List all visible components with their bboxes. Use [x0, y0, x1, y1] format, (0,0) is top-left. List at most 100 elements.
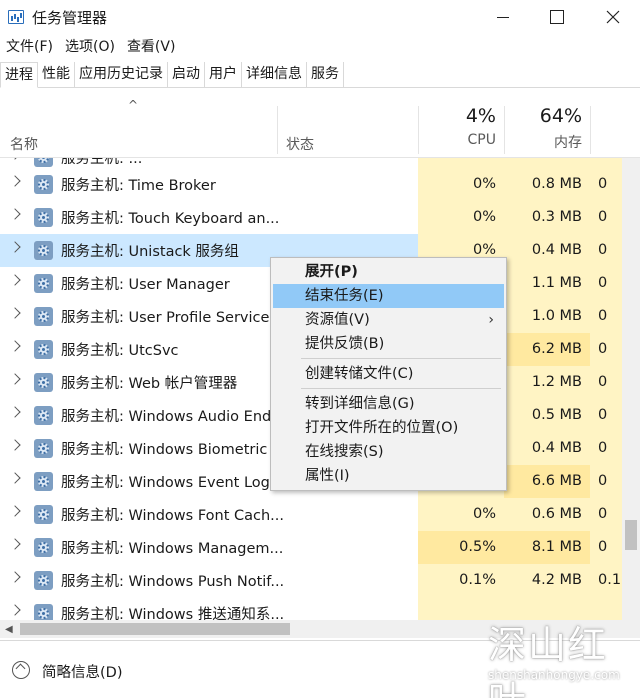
service-gear-icon [34, 505, 53, 524]
column-status-header[interactable]: 状态 [286, 134, 314, 154]
column-memory-header[interactable]: 内存 [504, 132, 582, 152]
menu-item-create-dump[interactable]: 创建转储文件(C) [273, 362, 504, 386]
extra-cell: 0 [590, 300, 622, 333]
window-title: 任务管理器 [32, 9, 108, 27]
chevron-right-icon[interactable] [9, 505, 21, 517]
menu-view[interactable]: 查看(V) [121, 36, 182, 58]
maximize-button[interactable] [534, 0, 580, 34]
chevron-right-icon[interactable] [9, 604, 21, 616]
chevron-right-icon[interactable] [9, 208, 21, 220]
chevron-right-icon[interactable] [9, 373, 21, 385]
chevron-right-icon[interactable] [9, 175, 21, 187]
watermark-url: shenshanhongye.com [488, 668, 620, 682]
process-name: 服务主机: Touch Keyboard an... [61, 211, 280, 227]
memory-cell: 8.1 MB [504, 531, 590, 564]
scroll-left-arrow-icon[interactable]: ◀ [5, 624, 13, 635]
menu-item-go-to-details[interactable]: 转到详细信息(G) [273, 392, 504, 416]
menu-item-end-task[interactable]: 结束任务(E) [273, 284, 504, 308]
memory-cell: 0.8 MB [504, 168, 590, 201]
chevron-right-icon[interactable] [9, 158, 21, 160]
memory-cell: 1.2 MB [504, 366, 590, 399]
extra-cell: 0 [590, 531, 622, 564]
process-name: 服务主机: Windows Managem... [61, 541, 284, 557]
extra-cell: 0 [590, 366, 622, 399]
memory-cell: 0.6 MB [504, 498, 590, 531]
tab-processes[interactable]: 进程 [0, 62, 38, 88]
menu-item-expand[interactable]: 展开(P) [273, 260, 504, 284]
context-menu: 展开(P) 结束任务(E) 资源值(V) › 提供反馈(B) 创建转储文件(C)… [270, 257, 507, 491]
service-gear-icon [34, 604, 53, 620]
process-name: 服务主机: Unistack 服务组 [61, 244, 239, 260]
column-divider[interactable] [590, 106, 591, 154]
chevron-right-icon[interactable] [9, 538, 21, 550]
column-cpu-header[interactable]: CPU [418, 132, 496, 148]
service-gear-icon [34, 439, 53, 458]
tab-startup[interactable]: 启动 [168, 62, 205, 88]
chevron-right-icon[interactable] [9, 472, 21, 484]
chevron-right-icon[interactable] [9, 241, 21, 253]
memory-cell: 0.4 MB [504, 432, 590, 465]
collapse-chevron-up-icon[interactable] [12, 661, 30, 679]
menu-item-search-online[interactable]: 在线搜索(S) [273, 440, 504, 464]
cpu-cell: 0.5% [418, 531, 504, 564]
vertical-scroll-thumb[interactable] [625, 520, 637, 550]
memory-total-percent: 64% [539, 105, 582, 127]
menu-options[interactable]: 选项(O) [59, 36, 121, 58]
sort-up-icon[interactable]: ^ [128, 98, 138, 112]
chevron-right-icon[interactable] [9, 307, 21, 319]
service-gear-icon [34, 340, 53, 359]
tab-performance[interactable]: 性能 [38, 62, 75, 88]
table-row[interactable]: 服务主机: Windows Managem... 0.5% 8.1 MB 0 [0, 531, 622, 564]
menu-item-resource-values[interactable]: 资源值(V) › [273, 308, 504, 332]
menu-bar: 文件(F) 选项(O) 查看(V) [0, 36, 181, 58]
chevron-right-icon[interactable] [9, 439, 21, 451]
watermark: 深山红叶 shenshanhongye.com [488, 606, 638, 698]
table-row[interactable]: 服务主机: Time Broker 0% 0.8 MB 0 [0, 168, 622, 201]
tab-details[interactable]: 详细信息 [242, 62, 307, 88]
watermark-logo-text: 深山红叶 [488, 623, 609, 698]
service-gear-icon [34, 307, 53, 326]
cpu-cell: 0% [418, 498, 504, 531]
chevron-right-icon[interactable] [9, 571, 21, 583]
minimize-button[interactable] [480, 0, 526, 34]
process-name: 服务主机: Windows Font Cach... [61, 508, 285, 524]
process-name: 服务主机: Time Broker [61, 178, 216, 194]
column-name-header[interactable]: 名称 [10, 134, 38, 154]
table-row[interactable]: 服务主机: Windows Push Notif... 0.1% 4.2 MB 0.… [0, 564, 622, 597]
close-icon [606, 10, 620, 24]
process-name: 服务主机: User Manager [61, 277, 230, 293]
menu-item-feedback[interactable]: 提供反馈(B) [273, 332, 504, 356]
menu-file[interactable]: 文件(F) [0, 36, 59, 58]
fewer-details-link[interactable]: 简略信息(D) [42, 661, 122, 682]
menu-separator [301, 358, 501, 359]
extra-cell: 0 [590, 201, 622, 234]
extra-cell: 0.1 [590, 564, 622, 597]
process-name: 服务主机: Windows Audio End... [61, 409, 286, 425]
table-row[interactable]: 服务主机: Windows Font Cach... 0% 0.6 MB 0 [0, 498, 622, 531]
chevron-right-icon[interactable] [9, 340, 21, 352]
table-row[interactable]: 服务主机: Touch Keyboard an... 0% 0.3 MB 0 [0, 201, 622, 234]
tab-services[interactable]: 服务 [307, 62, 344, 88]
memory-cell: 1.0 MB [504, 300, 590, 333]
title-bar: 任务管理器 [0, 0, 640, 34]
tab-app-history[interactable]: 应用历史记录 [75, 62, 168, 88]
extra-cell: 0 [590, 234, 622, 267]
extra-cell: 0 [590, 267, 622, 300]
menu-item-properties[interactable]: 属性(I) [273, 464, 504, 488]
submenu-arrow-icon: › [488, 312, 494, 328]
horizontal-scroll-thumb[interactable] [20, 623, 290, 635]
service-gear-icon [34, 158, 53, 167]
chevron-right-icon[interactable] [9, 274, 21, 286]
tab-users[interactable]: 用户 [205, 62, 242, 88]
chevron-right-icon[interactable] [9, 406, 21, 418]
memory-cell: 0.3 MB [504, 201, 590, 234]
cpu-total-percent: 4% [465, 105, 496, 127]
menu-item-open-file-location[interactable]: 打开文件所在的位置(O) [273, 416, 504, 440]
column-divider[interactable] [277, 106, 278, 154]
tab-bar: 进程 性能 应用历史记录 启动 用户 详细信息 服务 [0, 62, 640, 88]
close-button[interactable] [590, 0, 636, 34]
menu-item-label: 资源值(V) [305, 312, 370, 328]
process-name: 服务主机: UtcSvc [61, 343, 179, 359]
process-name: 服务主机: Windows 推送通知系... [61, 607, 285, 620]
vertical-scrollbar[interactable] [622, 158, 640, 620]
